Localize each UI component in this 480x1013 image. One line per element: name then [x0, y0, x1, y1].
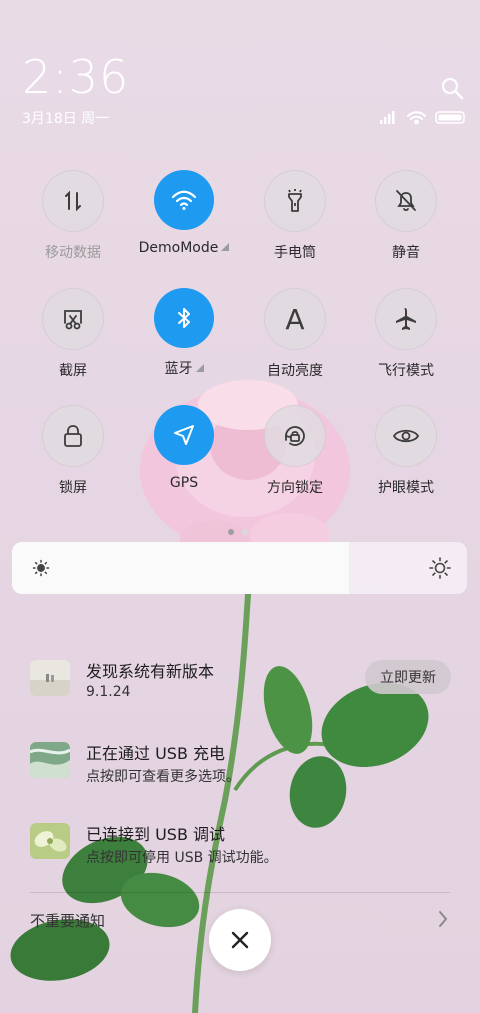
toggle-gps[interactable]: GPS — [129, 405, 239, 491]
usb-charging-app-icon — [30, 742, 70, 778]
screenshot-icon — [42, 288, 104, 350]
search-icon[interactable] — [440, 76, 464, 100]
notification-subtitle: 点按即可停用 USB 调试功能。 — [86, 850, 278, 866]
wifi-icon — [154, 170, 214, 230]
signal-icon — [380, 111, 395, 124]
toggle-label: 护眼模式 — [378, 480, 434, 496]
toggle-label: 蓝牙 — [164, 361, 193, 377]
lock-icon — [42, 405, 104, 467]
mobile-data-icon — [42, 170, 104, 232]
brightness-slider[interactable] — [12, 542, 467, 594]
wifi-status-icon — [407, 111, 426, 125]
toggle-bluetooth[interactable]: 蓝牙 — [129, 288, 239, 378]
toggle-wifi[interactable]: DemoMode — [129, 170, 239, 256]
toggle-lock-screen[interactable]: 锁屏 — [18, 405, 128, 497]
airplane-icon — [375, 288, 437, 350]
notification-usb-debugging[interactable]: 已连接到 USB 调试 点按即可停用 USB 调试功能。 — [30, 823, 450, 866]
battery-icon — [435, 111, 465, 124]
toggle-eye-care[interactable]: 护眼模式 — [351, 405, 461, 497]
expand-indicator-icon[interactable] — [195, 364, 204, 372]
brightness-low-icon — [32, 559, 50, 577]
toggle-screenshot[interactable]: 截屏 — [18, 288, 128, 380]
mute-bell-icon — [375, 170, 437, 232]
brightness-fill — [12, 542, 349, 594]
toggle-mute[interactable]: 静音 — [351, 170, 461, 262]
notification-usb-charging[interactable]: 正在通过 USB 充电 点按即可查看更多选项。 — [30, 742, 450, 785]
notification-subtitle: 9.1.24 — [86, 684, 131, 700]
notification-title: 发现系统有新版本 — [86, 662, 215, 681]
toggle-label: 锁屏 — [59, 480, 87, 496]
toggle-airplane[interactable]: 飞行模式 — [351, 288, 461, 380]
toggle-flashlight[interactable]: 手电筒 — [240, 170, 350, 262]
clock: 2:36 — [22, 50, 130, 104]
update-now-button[interactable]: 立即更新 — [365, 660, 451, 694]
system-update-app-icon — [30, 660, 70, 696]
notification-subtitle: 点按即可查看更多选项。 — [86, 769, 240, 785]
notification-title: 已连接到 USB 调试 — [86, 825, 226, 844]
clear-all-button[interactable] — [209, 909, 271, 971]
close-icon — [231, 931, 249, 949]
toggle-label: 手电筒 — [274, 245, 316, 261]
notification-title: 正在通过 USB 充电 — [86, 744, 226, 763]
toggle-label: 自动亮度 — [267, 363, 323, 379]
toggle-rotation-lock[interactable]: 方向锁定 — [240, 405, 350, 497]
eye-icon — [375, 405, 437, 467]
bluetooth-icon — [154, 288, 214, 348]
toggle-label: 移动数据 — [45, 245, 101, 261]
gps-icon — [154, 405, 214, 465]
toggle-label: GPS — [169, 475, 199, 491]
page-indicator — [228, 520, 256, 539]
expand-indicator-icon[interactable] — [221, 243, 230, 251]
unimportant-notifications-link[interactable]: 不重要通知 — [30, 910, 105, 931]
status-icons — [380, 111, 465, 125]
toggle-mobile-data[interactable]: 移动数据 — [18, 170, 128, 262]
usb-debugging-app-icon — [30, 823, 70, 859]
toggle-label: 截屏 — [59, 363, 87, 379]
page-dot-active — [228, 529, 234, 535]
flashlight-icon — [264, 170, 326, 232]
toggle-label: DemoMode — [138, 240, 219, 256]
toggle-label: 方向锁定 — [267, 480, 323, 496]
brightness-high-icon — [429, 557, 451, 579]
chevron-right-icon[interactable] — [436, 908, 450, 930]
divider — [30, 892, 450, 893]
toggle-auto-brightness[interactable]: A 自动亮度 — [240, 288, 350, 380]
rotation-lock-icon — [264, 405, 326, 467]
toggle-label: 飞行模式 — [378, 363, 434, 379]
auto-brightness-icon: A — [264, 288, 326, 350]
page-dot — [242, 529, 248, 535]
toggle-label: 静音 — [392, 245, 420, 261]
date: 3月18日 周一 — [22, 111, 110, 127]
